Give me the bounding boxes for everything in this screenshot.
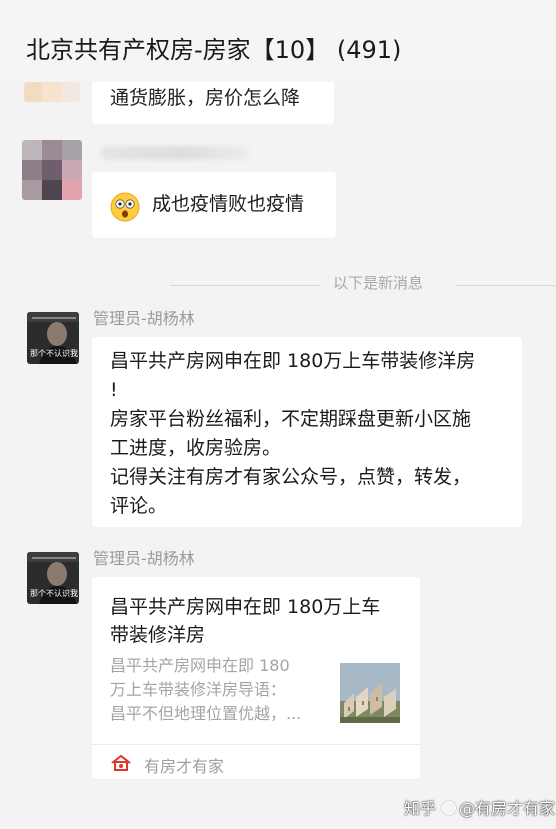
shared-article-card[interactable]: 昌平共产房网申在即 180万上车 带装修洋房 昌平共产房网申在即 180 万上车… bbox=[92, 577, 420, 779]
avatar-blurred[interactable] bbox=[22, 140, 82, 200]
message-bubble-emoji[interactable]: 成也疫情败也疫情 bbox=[92, 172, 336, 238]
admin-avatar[interactable]: 那个不认识我 bbox=[27, 552, 79, 604]
sender-name-blurred bbox=[100, 146, 250, 160]
admin-message-body: 昌平共产房网申在即 180万上车带装修洋房 ! 房家平台粉丝福利，不定期踩盘更新… bbox=[110, 347, 475, 521]
admin-message-line: 昌平共产房网申在即 180万上车带装修洋房 bbox=[110, 350, 476, 372]
watermark-icon bbox=[442, 801, 457, 815]
article-title-line: 带装修洋房 bbox=[110, 624, 206, 646]
avatar-caption: 那个不认识我 bbox=[30, 349, 78, 358]
new-messages-divider: 以下是新消息 bbox=[333, 274, 424, 292]
partial-message-text: 通货膨胀，房价怎么降 bbox=[110, 87, 301, 109]
sender-name-admin: 管理员-胡杨林 bbox=[93, 309, 195, 328]
message-bubble-admin-text[interactable]: 昌平共产房网申在即 180万上车带装修洋房 ! 房家平台粉丝福利，不定期踩盘更新… bbox=[92, 337, 522, 527]
astonished-face-icon bbox=[110, 192, 140, 222]
article-source-name: 有房才有家 bbox=[144, 757, 225, 776]
divider-line-left bbox=[170, 285, 320, 286]
article-desc-line: 万上车带装修洋房导语： bbox=[110, 680, 287, 699]
avatar-blurred-image bbox=[24, 82, 80, 102]
zhihu-watermark: 知乎 @有房才有家 bbox=[404, 795, 555, 819]
emoji-message-text: 成也疫情败也疫情 bbox=[152, 193, 305, 215]
article-desc-line: 昌平不但地理位置优越，... bbox=[110, 704, 302, 723]
admin-message-line: 房家平台粉丝福利，不定期踩盘更新小区施 bbox=[110, 408, 472, 430]
admin-message-line: 工进度，收房验房。 bbox=[110, 437, 282, 459]
article-thumbnail bbox=[340, 663, 400, 723]
article-source-bar: 有房才有家 bbox=[92, 744, 420, 779]
chat-header: 北京共有产权房-房家【10】 (491) bbox=[0, 0, 556, 82]
divider-line-right bbox=[455, 285, 556, 286]
watermark-site: 知乎 bbox=[404, 799, 437, 818]
avatar-caption: 那个不认识我 bbox=[30, 589, 78, 598]
watermark-account: @有房才有家 bbox=[459, 799, 556, 818]
avatar-blurred-top[interactable] bbox=[24, 82, 80, 102]
house-logo-icon bbox=[111, 754, 131, 771]
article-description: 昌平共产房网申在即 180 万上车带装修洋房导语： 昌平不但地理位置优越，... bbox=[110, 654, 325, 726]
admin-message-line: 记得关注有房才有家公众号，点赞，转发， bbox=[110, 466, 472, 488]
admin-avatar[interactable]: 那个不认识我 bbox=[27, 312, 79, 364]
building-aerial-image bbox=[340, 663, 400, 723]
article-title: 昌平共产房网申在即 180万上车 带装修洋房 bbox=[110, 593, 410, 649]
sender-name-admin: 管理员-胡杨林 bbox=[93, 549, 195, 568]
article-desc-line: 昌平共产房网申在即 180 bbox=[110, 656, 290, 675]
admin-message-line: ! bbox=[110, 379, 118, 401]
avatar-blurred-image bbox=[22, 140, 82, 200]
message-bubble-partial[interactable]: 通货膨胀，房价怎么降 bbox=[92, 82, 334, 124]
article-title-line: 昌平共产房网申在即 180万上车 bbox=[110, 596, 381, 618]
chat-title[interactable]: 北京共有产权房-房家【10】 (491) bbox=[26, 30, 401, 65]
admin-message-line: 评论。 bbox=[110, 495, 168, 517]
